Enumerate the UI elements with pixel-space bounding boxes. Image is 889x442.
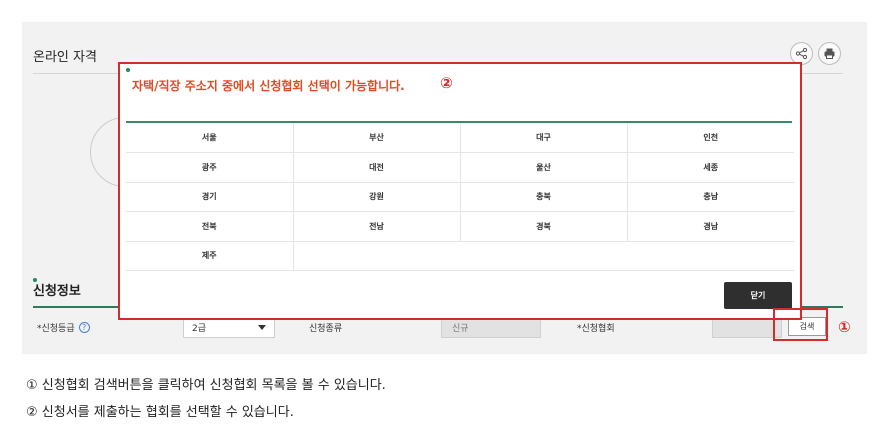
region-cell[interactable]: 광주	[126, 152, 294, 183]
screenshot-area: 온라인 자격 신청정보 *신청등급 ? 2급 신청종류 신규 *신청협회 검색 …	[22, 22, 867, 354]
region-cell[interactable]: 전남	[293, 211, 461, 242]
region-cell[interactable]: 경남	[627, 211, 794, 242]
close-button[interactable]: 닫기	[724, 282, 792, 309]
annotation-marker-2: ②	[440, 74, 453, 92]
region-cell[interactable]: 서울	[126, 123, 294, 153]
region-cell[interactable]: 세종	[627, 152, 794, 183]
region-cell[interactable]: 전북	[126, 211, 294, 242]
table-row: 서울 부산 대구 인천	[126, 123, 794, 153]
region-cell[interactable]: 울산	[460, 152, 628, 183]
empty-cell	[293, 241, 794, 271]
search-highlight-box	[773, 308, 828, 341]
note-item: ① 신청협회 검색버튼을 클릭하여 신청협회 목록을 볼 수 있습니다.	[26, 378, 386, 393]
print-icon	[824, 48, 835, 59]
table-row: 전북 전남 경북 경남	[126, 211, 794, 242]
table-row: 광주 대전 울산 세종	[126, 152, 794, 183]
instruction-notes: ① 신청협회 검색버튼을 클릭하여 신청협회 목록을 볼 수 있습니다. ② 신…	[26, 372, 386, 426]
region-cell[interactable]: 경북	[460, 211, 628, 242]
grade-label-group: *신청등급 ?	[37, 312, 90, 342]
region-cell[interactable]: 대구	[460, 123, 628, 153]
region-cell[interactable]: 부산	[293, 123, 461, 153]
region-cell[interactable]: 제주	[126, 241, 294, 271]
section-title: 신청정보	[33, 284, 81, 299]
region-select-modal: 자택/직장 주소지 중에서 신청협회 선택이 가능합니다. ② 서울 부산 대구…	[118, 62, 802, 320]
region-cell[interactable]: 충남	[627, 182, 794, 212]
region-table: 서울 부산 대구 인천 광주 대전 울산 세종 경기 강원 충북 충남 전북 전…	[126, 123, 794, 271]
help-icon[interactable]: ?	[78, 321, 90, 333]
region-cell[interactable]: 인천	[627, 123, 794, 153]
page-title: 온라인 자격	[33, 50, 97, 65]
annotation-marker-1: ①	[838, 318, 851, 336]
region-cell[interactable]: 대전	[293, 152, 461, 183]
modal-title: 자택/직장 주소지 중에서 신청협회 선택이 가능합니다.	[132, 79, 405, 93]
table-row: 경기 강원 충북 충남	[126, 182, 794, 212]
share-icon	[795, 47, 808, 60]
chevron-down-icon	[258, 324, 266, 330]
region-cell[interactable]: 충북	[460, 182, 628, 212]
print-button[interactable]	[818, 42, 841, 65]
table-row: 제주	[126, 241, 794, 271]
region-cell[interactable]: 경기	[126, 182, 294, 212]
modal-bullet	[126, 68, 130, 72]
note-item: ② 신청서를 제출하는 협회를 선택할 수 있습니다.	[26, 405, 294, 420]
grade-select-value: 2급	[192, 323, 207, 334]
grade-label: *신청등급	[37, 323, 75, 334]
region-cell[interactable]: 강원	[293, 182, 461, 212]
